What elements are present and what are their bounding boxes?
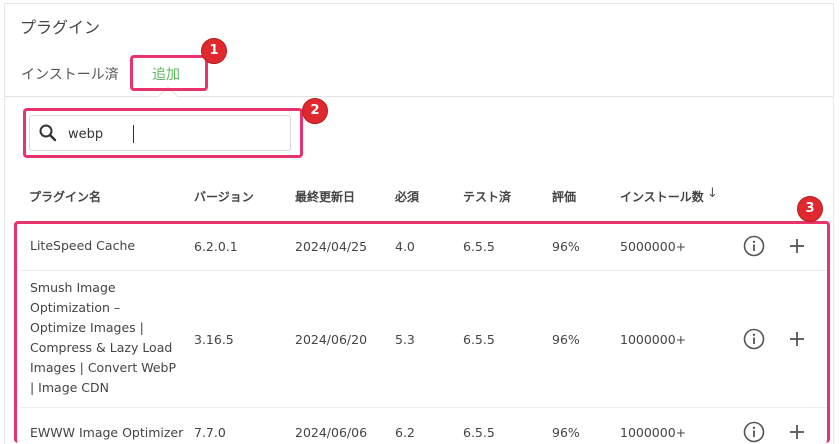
annotation-badge-3: 3 [797, 196, 823, 222]
tab-installed[interactable]: インストール済 [21, 64, 119, 84]
sort-down-icon[interactable]: ↓ [707, 186, 718, 201]
highlight-results [14, 221, 830, 443]
col-header-name[interactable]: プラグイン名 [29, 188, 101, 205]
tab-divider [5, 96, 833, 97]
col-header-version[interactable]: バージョン [194, 188, 254, 205]
col-header-requires[interactable]: 必須 [395, 188, 419, 205]
annotation-badge-1: 1 [201, 38, 227, 64]
highlight-add-tab [130, 55, 208, 91]
col-header-installs[interactable]: インストール数 [620, 188, 704, 205]
col-header-updated[interactable]: 最終更新日 [295, 188, 355, 205]
annotation-badge-2: 2 [302, 98, 328, 124]
col-header-rating[interactable]: 評価 [552, 188, 576, 205]
highlight-search [23, 108, 303, 158]
col-header-tested[interactable]: テスト済 [463, 188, 511, 205]
page-title: プラグイン [20, 18, 101, 37]
